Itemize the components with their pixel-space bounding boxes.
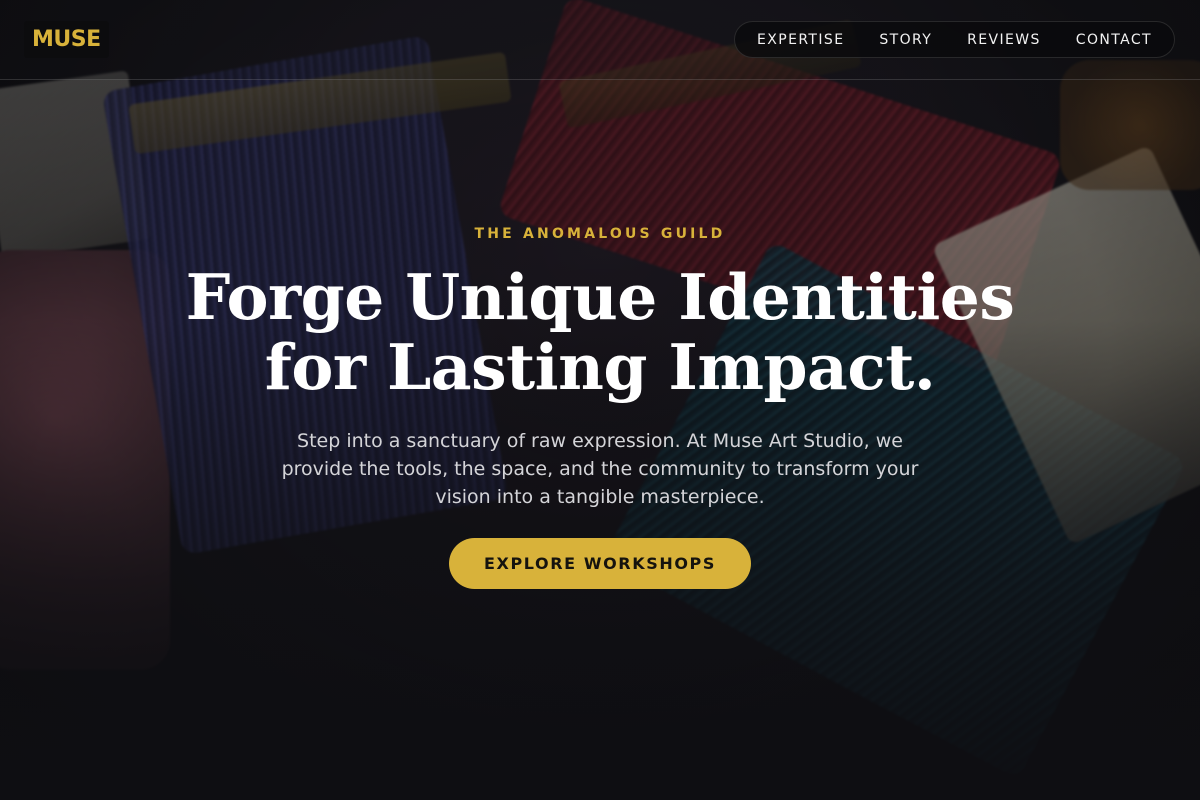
hero-kicker: THE ANOMALOUS GUILD — [474, 226, 726, 242]
hero-headline-line-2: for Lasting Impact. — [264, 330, 936, 404]
hero-headline: Forge Unique Identities for Lasting Impa… — [100, 262, 1100, 402]
hero-headline-line-1: Forge Unique Identities — [185, 260, 1015, 334]
hero-section: THE ANOMALOUS GUILD Forge Unique Identit… — [0, 0, 1200, 800]
hero-subtext: Step into a sanctuary of raw expression.… — [281, 430, 919, 508]
explore-workshops-button[interactable]: EXPLORE WORKSHOPS — [449, 538, 751, 589]
